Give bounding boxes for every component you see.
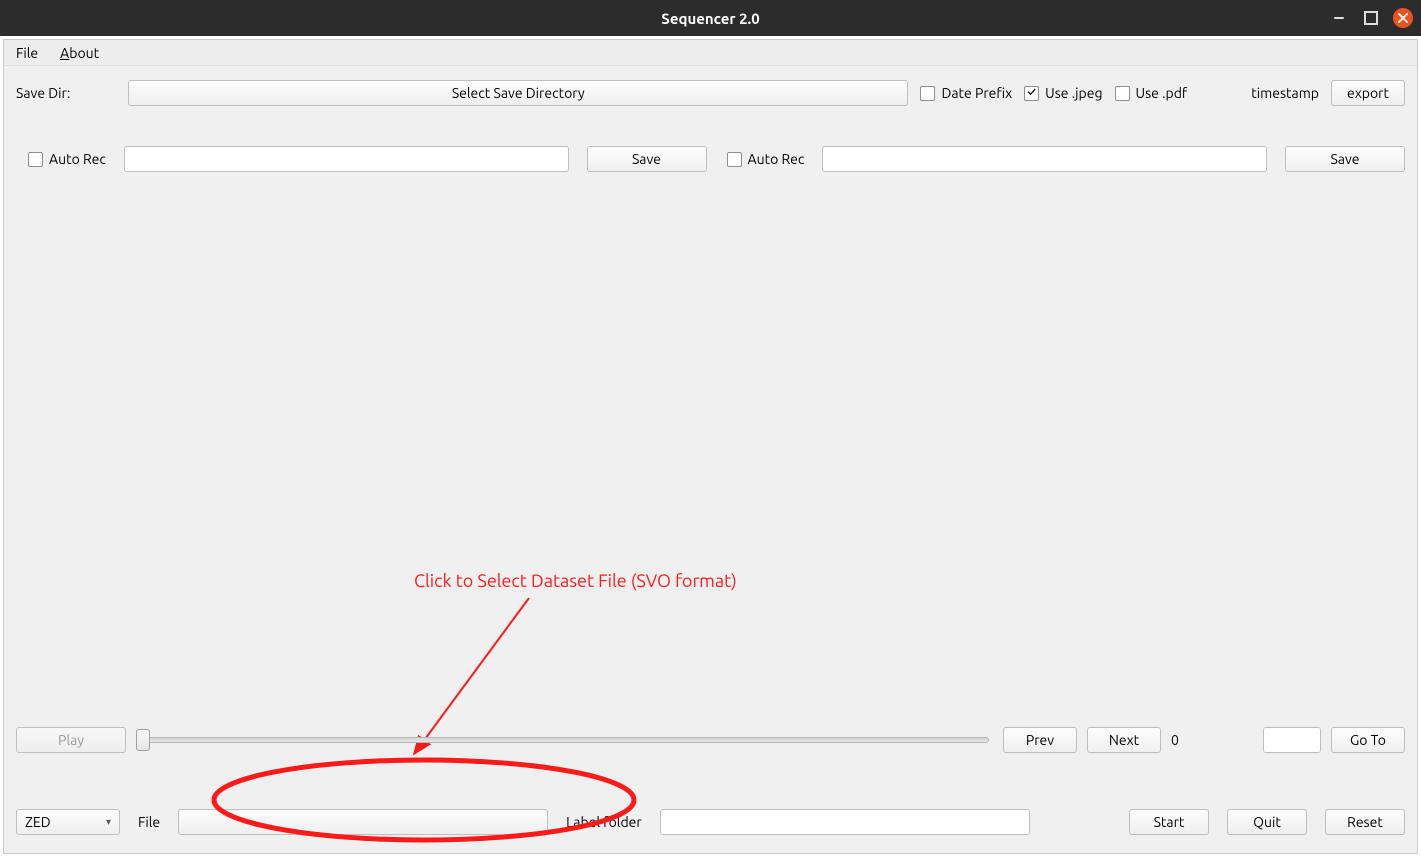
- auto-rec-right-checkbox[interactable]: Auto Rec: [727, 151, 805, 167]
- bottom-row: ZED ▾ File Label folder Start Quit Reset: [16, 809, 1405, 835]
- menu-about-accel: A: [60, 45, 69, 61]
- rec-left-input[interactable]: [124, 146, 569, 172]
- window-title: Sequencer 2.0: [661, 10, 759, 27]
- window-titlebar: Sequencer 2.0: [0, 0, 1421, 36]
- timestamp-label: timestamp: [1251, 85, 1319, 101]
- auto-rec-left-check-icon: [28, 152, 43, 167]
- start-button[interactable]: Start: [1129, 809, 1209, 835]
- menubar: File About: [4, 40, 1417, 66]
- menu-about[interactable]: About: [56, 43, 103, 63]
- use-pdf-check-icon: [1115, 86, 1130, 101]
- select-save-directory-button[interactable]: Select Save Directory: [128, 80, 908, 106]
- source-dropdown[interactable]: ZED ▾: [16, 809, 120, 835]
- select-file-button[interactable]: [178, 809, 548, 835]
- record-row: Auto Rec Save Auto Rec Save: [16, 146, 1405, 172]
- position-value: 0: [1171, 732, 1193, 748]
- use-pdf-label: Use .pdf: [1136, 85, 1188, 101]
- date-prefix-checkbox[interactable]: Date Prefix: [920, 85, 1012, 101]
- export-button[interactable]: export: [1331, 80, 1405, 106]
- slider-thumb-icon[interactable]: [136, 729, 150, 751]
- maximize-icon[interactable]: [1361, 8, 1381, 28]
- quit-button[interactable]: Quit: [1227, 809, 1307, 835]
- reset-button[interactable]: Reset: [1325, 809, 1405, 835]
- menu-file[interactable]: File: [12, 43, 42, 63]
- save-left-button[interactable]: Save: [587, 146, 707, 172]
- auto-rec-right-label: Auto Rec: [748, 151, 805, 167]
- label-folder-label: Label folder: [566, 814, 642, 830]
- chevron-down-icon: ▾: [106, 816, 111, 828]
- goto-button[interactable]: Go To: [1331, 727, 1405, 753]
- use-jpeg-label: Use .jpeg: [1045, 85, 1102, 101]
- menu-about-rest: bout: [69, 45, 99, 61]
- date-prefix-check-icon: [920, 86, 935, 101]
- position-slider[interactable]: [136, 727, 993, 753]
- file-label: File: [138, 814, 160, 830]
- goto-input[interactable]: [1263, 727, 1321, 753]
- source-selected-value: ZED: [25, 814, 51, 830]
- play-button[interactable]: Play: [16, 727, 126, 753]
- save-dir-row: Save Dir: Select Save Directory Date Pre…: [16, 80, 1405, 106]
- minimize-icon[interactable]: [1329, 8, 1349, 28]
- annotation-text: Click to Select Dataset File (SVO format…: [414, 571, 737, 591]
- use-jpeg-checkbox[interactable]: Use .jpeg: [1024, 85, 1102, 101]
- label-folder-input[interactable]: [660, 809, 1030, 835]
- save-right-button[interactable]: Save: [1285, 146, 1405, 172]
- use-pdf-checkbox[interactable]: Use .pdf: [1115, 85, 1188, 101]
- save-dir-label: Save Dir:: [16, 85, 116, 101]
- playback-row: Play Prev Next 0 Go To: [16, 727, 1405, 753]
- record-left: Auto Rec Save: [28, 146, 707, 172]
- auto-rec-left-checkbox[interactable]: Auto Rec: [28, 151, 106, 167]
- auto-rec-left-label: Auto Rec: [49, 151, 106, 167]
- date-prefix-label: Date Prefix: [941, 85, 1012, 101]
- record-right: Auto Rec Save: [727, 146, 1406, 172]
- rec-right-input[interactable]: [822, 146, 1267, 172]
- use-jpeg-check-icon: [1024, 86, 1039, 101]
- auto-rec-right-check-icon: [727, 152, 742, 167]
- prev-button[interactable]: Prev: [1003, 727, 1077, 753]
- slider-track: [140, 737, 989, 743]
- next-button[interactable]: Next: [1087, 727, 1161, 753]
- close-icon[interactable]: [1393, 8, 1413, 28]
